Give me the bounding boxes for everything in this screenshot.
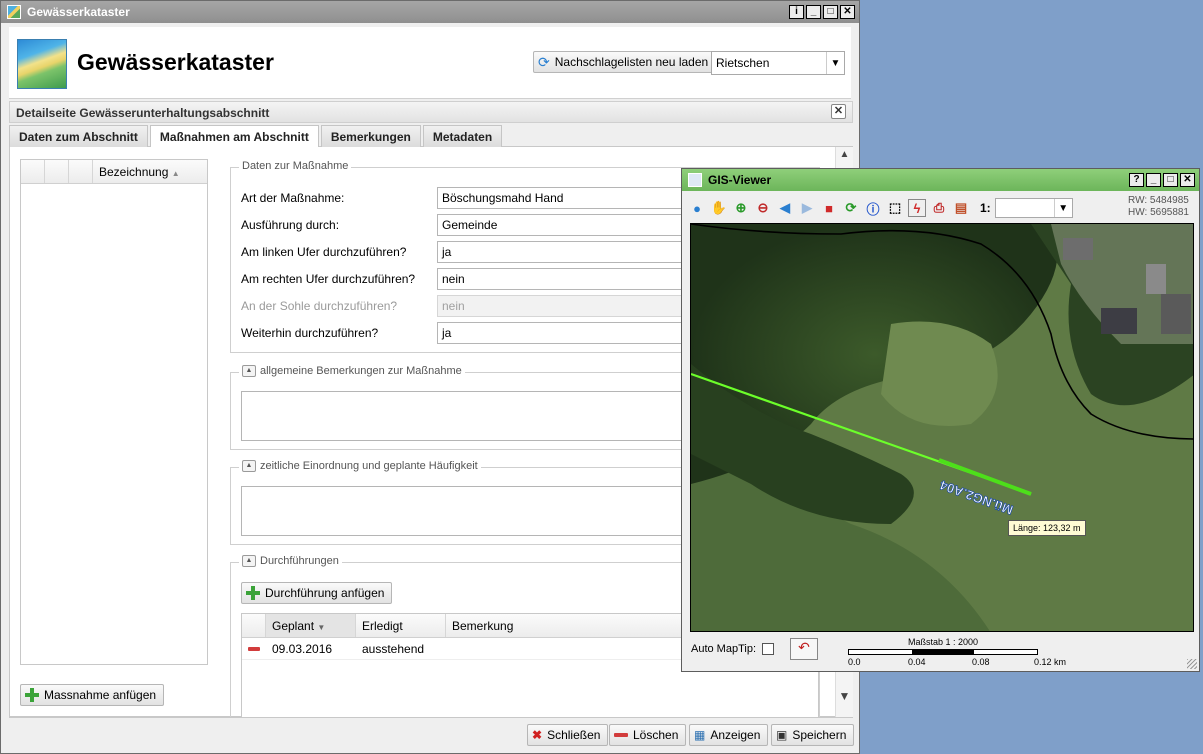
pdf-icon[interactable]: ⎙: [930, 199, 948, 217]
maximize-button[interactable]: □: [1163, 173, 1178, 187]
app-header: Gewässerkataster ⟳ Nachschlagelisten neu…: [9, 27, 851, 99]
collapse-icon[interactable]: ▲: [242, 460, 256, 472]
panel-title: Detailseite Gewässerunterhaltungsabschni…: [9, 101, 853, 123]
close-window-button[interactable]: ✕: [840, 5, 855, 19]
plus-icon: [246, 586, 260, 600]
footer-bar: ✖ Schließen Löschen ▦ Anzeigen ▣ Speiche…: [9, 717, 855, 751]
measure-icon[interactable]: ϟ: [908, 199, 926, 217]
reload-lookup-button[interactable]: ⟳ Nachschlagelisten neu laden: [533, 51, 717, 73]
save-icon: ▣: [776, 728, 788, 742]
remove-row-icon[interactable]: [248, 646, 260, 651]
map-icon: ▦: [694, 728, 706, 742]
save-button[interactable]: ▣ Speichern: [771, 724, 855, 746]
close-button[interactable]: ✖ Schließen: [527, 724, 609, 746]
add-measure-button[interactable]: Massnahme anfügen: [20, 684, 165, 706]
gis-viewer-window: GIS-Viewer ? _ □ ✕ ● ✋ ⊕ ⊖ ◀ ▶ ■ ⟳ ⓘ ⬚ ϟ…: [681, 168, 1200, 672]
map-view[interactable]: Mü.NG2.A04 Länge: 123,32 m: [690, 223, 1194, 632]
scale-bar: Maßstab 1 : 2000 0.0 0.04 0.08 0.12 km: [848, 637, 1067, 667]
coordinates: RW: 5484985 HW: 5695881: [1128, 195, 1189, 218]
column-header-geplant[interactable]: Geplant ▼: [266, 614, 356, 637]
gis-window-title: GIS-Viewer: [708, 173, 772, 187]
sort-asc-icon: ▲: [171, 169, 180, 178]
undo-maptip-button[interactable]: ↶: [790, 638, 818, 660]
delete-button[interactable]: Löschen: [609, 724, 687, 746]
minus-icon: [614, 733, 628, 737]
app-icon: [7, 5, 21, 19]
scale-prefix: 1:: [980, 201, 991, 215]
close-icon: ✖: [532, 728, 543, 742]
resize-grip-icon[interactable]: [1187, 659, 1197, 669]
info-icon[interactable]: ⓘ: [864, 199, 882, 217]
tab-massnahmen[interactable]: Maßnahmen am Abschnitt: [149, 125, 319, 148]
length-tooltip: Länge: 123,32 m: [1008, 520, 1086, 536]
collapse-icon[interactable]: ▲: [242, 555, 256, 567]
tab-bemerkungen[interactable]: Bemerkungen: [320, 125, 421, 147]
refresh-icon[interactable]: ⟳: [842, 199, 860, 217]
select-icon[interactable]: ⬚: [886, 199, 904, 217]
zoom-in-icon[interactable]: ⊕: [732, 199, 750, 217]
gis-titlebar[interactable]: GIS-Viewer ? _ □ ✕: [682, 169, 1199, 191]
pan-hand-icon[interactable]: ✋: [710, 199, 728, 217]
sort-desc-icon: ▼: [317, 623, 326, 632]
refresh-icon: ⟳: [538, 53, 550, 70]
maximize-button[interactable]: □: [823, 5, 838, 19]
export-icon[interactable]: ▤: [952, 199, 970, 217]
chevron-down-icon[interactable]: ▼: [826, 52, 844, 74]
back-arrow-icon[interactable]: ◀: [776, 199, 794, 217]
scale-select[interactable]: ▼: [994, 198, 1073, 218]
auto-maptip: Auto MapTip:: [691, 643, 775, 655]
info-icon[interactable]: i: [789, 5, 804, 19]
scroll-up-icon[interactable]: ▲: [836, 149, 853, 160]
tab-metadaten[interactable]: Metadaten: [422, 125, 503, 147]
minimize-button[interactable]: _: [1146, 173, 1161, 187]
close-window-button[interactable]: ✕: [1180, 173, 1195, 187]
column-header-erledigt[interactable]: Erledigt: [356, 614, 446, 637]
zoom-out-icon[interactable]: ⊖: [754, 199, 772, 217]
gis-toolbar: ● ✋ ⊕ ⊖ ◀ ▶ ■ ⟳ ⓘ ⬚ ϟ ⎙ ▤ 1: ▼: [688, 197, 1073, 219]
app-title: Gewässerkataster: [77, 49, 274, 75]
tab-bar: Daten zum Abschnitt Maßnahmen am Abschni…: [9, 125, 853, 148]
collapse-icon[interactable]: ▲: [242, 365, 256, 377]
main-titlebar[interactable]: Gewässerkataster i _ □ ✕: [1, 1, 859, 23]
minimize-button[interactable]: _: [806, 5, 821, 19]
auto-maptip-checkbox[interactable]: [762, 643, 775, 655]
chevron-down-icon[interactable]: ▼: [1053, 199, 1072, 217]
measures-grid[interactable]: Bezeichnung ▲: [20, 159, 208, 665]
globe-icon[interactable]: ●: [688, 199, 706, 217]
gis-app-icon: [688, 173, 702, 187]
location-select[interactable]: Rietschen ▼: [711, 51, 845, 75]
column-header-bezeichnung[interactable]: Bezeichnung ▲: [93, 160, 207, 183]
add-execution-button[interactable]: Durchführung anfügen: [241, 582, 393, 604]
stop-icon[interactable]: ■: [820, 199, 838, 217]
aerial-image: Mü.NG2.A04: [691, 224, 1193, 631]
forward-arrow-icon[interactable]: ▶: [798, 199, 816, 217]
close-panel-icon[interactable]: ✕: [831, 104, 846, 119]
scroll-down-icon[interactable]: ▼: [836, 689, 853, 703]
app-logo: [17, 39, 67, 89]
show-button[interactable]: ▦ Anzeigen: [689, 724, 769, 746]
tab-daten-abschnitt[interactable]: Daten zum Abschnitt: [9, 125, 148, 147]
main-window-title: Gewässerkataster: [27, 5, 130, 19]
plus-icon: [25, 688, 39, 702]
help-icon[interactable]: ?: [1129, 173, 1144, 187]
